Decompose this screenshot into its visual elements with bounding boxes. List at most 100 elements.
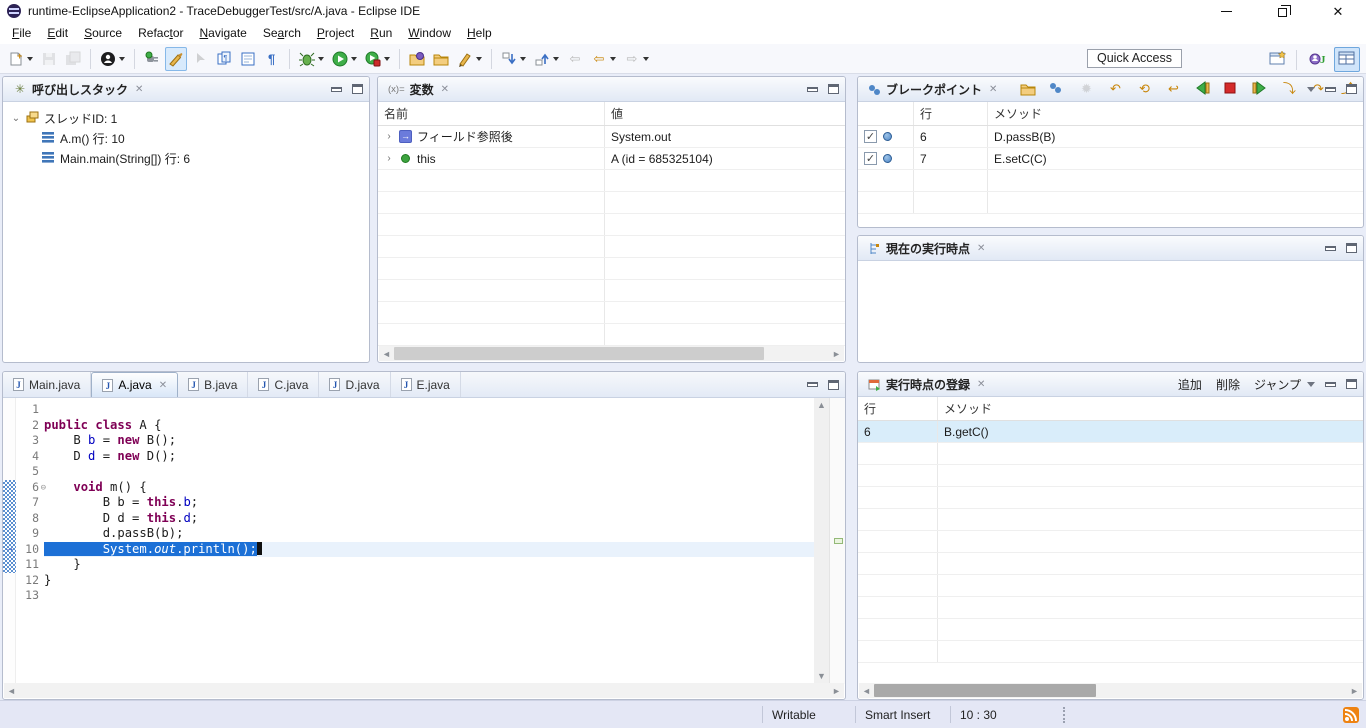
breakpoint-row[interactable]: ✓7E.setC(C)	[858, 148, 1363, 170]
dropdown-arrow-icon[interactable]	[384, 57, 390, 61]
open-trace-icon[interactable]	[1018, 79, 1038, 99]
occurrence-marker[interactable]	[834, 538, 843, 544]
variables-hscrollbar[interactable]: ◄ ►	[379, 346, 844, 361]
minimize-view-button[interactable]	[1325, 382, 1336, 387]
debug-point-icon[interactable]: ✹	[1076, 79, 1096, 99]
forward-resume-icon[interactable]	[1250, 79, 1270, 99]
code-line[interactable]	[44, 402, 814, 418]
editor-vscrollbar[interactable]: ▲ ▼	[814, 398, 829, 684]
code-line[interactable]	[44, 588, 814, 604]
menu-item-source[interactable]: Source	[76, 23, 130, 43]
scroll-left-icon[interactable]: ◄	[859, 683, 874, 698]
highlight-toggle-button[interactable]	[165, 47, 187, 71]
backward-resume-icon[interactable]	[1192, 79, 1212, 99]
scroll-left-icon[interactable]: ◄	[4, 683, 19, 698]
editor-tab-close-icon[interactable]: ✕	[159, 380, 167, 391]
open-resource-button[interactable]	[430, 47, 452, 71]
code-line[interactable]: void m() {	[44, 480, 814, 496]
registry-action-button[interactable]: ジャンプ	[1254, 376, 1301, 393]
breakpoint-row[interactable]: ✓6D.passB(B)	[858, 126, 1363, 148]
registry-action-button[interactable]: 追加	[1178, 376, 1202, 393]
mark-occurrences-button[interactable]	[189, 47, 211, 71]
rss-icon[interactable]	[1343, 707, 1359, 723]
menu-item-window[interactable]: Window	[400, 23, 459, 43]
console-button[interactable]	[237, 47, 259, 71]
column-header[interactable]: メソッド	[988, 102, 1363, 125]
dropdown-arrow-icon[interactable]	[351, 57, 357, 61]
code-line[interactable]	[44, 464, 814, 480]
code-line[interactable]: B b = new B();	[44, 433, 814, 449]
maximize-view-button[interactable]	[828, 84, 839, 94]
last-edit-button[interactable]: ⇦	[564, 47, 586, 71]
editor-hscrollbar[interactable]: ◄ ►	[4, 683, 844, 698]
registry-hscrollbar[interactable]: ◄ ►	[859, 683, 1362, 698]
restore-button[interactable]	[1254, 0, 1310, 22]
code-line[interactable]: public class A {	[44, 418, 814, 434]
open-type-button[interactable]	[406, 47, 428, 71]
column-header[interactable]	[858, 102, 914, 125]
breakpoint-checkbox[interactable]: ✓	[864, 130, 877, 143]
editor-tab-b-java[interactable]: JB.java	[178, 372, 248, 397]
step-back-over-icon[interactable]: ⟲	[1134, 79, 1154, 99]
breakpoint-checkbox[interactable]: ✓	[864, 152, 877, 165]
scroll-right-icon[interactable]: ►	[829, 346, 844, 361]
registry-tab[interactable]: 実行時点の登録 ✕	[862, 372, 991, 396]
column-header[interactable]: 行	[914, 102, 988, 125]
thread-node[interactable]: ⌄スレッドID: 1	[3, 108, 369, 128]
minimize-view-button[interactable]	[807, 382, 818, 387]
menu-item-project[interactable]: Project	[309, 23, 362, 43]
annotation-ruler[interactable]: →	[3, 398, 16, 684]
save-button[interactable]	[38, 47, 60, 71]
menu-item-help[interactable]: Help	[459, 23, 500, 43]
breakpoints-close-icon[interactable]: ✕	[989, 84, 997, 95]
expander-icon[interactable]: ⌄	[11, 113, 21, 124]
editor-tab-e-java[interactable]: JE.java	[391, 372, 461, 397]
scroll-down-icon[interactable]: ▼	[814, 669, 829, 684]
minimize-view-button[interactable]	[807, 87, 818, 92]
code-line[interactable]: }	[44, 557, 814, 573]
column-header[interactable]: メソッド	[938, 397, 1363, 420]
debug-perspective-button[interactable]	[1334, 47, 1360, 72]
statusbar-drag-handle[interactable]	[1063, 707, 1065, 723]
new-wizard-button[interactable]: +	[5, 47, 36, 71]
menu-item-search[interactable]: Search	[255, 23, 309, 43]
code-editor[interactable]: → 123456⊖78910111213 public class A { B …	[3, 398, 845, 684]
expander-icon[interactable]: ›	[384, 131, 394, 142]
dropdown-arrow-icon[interactable]	[643, 57, 649, 61]
dropdown-arrow-icon[interactable]	[119, 57, 125, 61]
code-line[interactable]: System.out.println();	[44, 542, 814, 558]
run-button[interactable]	[329, 47, 360, 71]
code-line[interactable]: D d = new D();	[44, 449, 814, 465]
java-perspective-button[interactable]: J	[1305, 47, 1331, 72]
scroll-right-icon[interactable]: ►	[829, 683, 844, 698]
prev-annotation-button[interactable]	[531, 47, 562, 71]
terminate-icon[interactable]	[1221, 79, 1241, 99]
breakpoints-tab[interactable]: ブレークポイント ✕	[862, 77, 1003, 101]
code-line[interactable]: d.passB(b);	[44, 526, 814, 542]
registry-action-button[interactable]: 削除	[1216, 376, 1240, 393]
code-line[interactable]: D d = this.d;	[44, 511, 814, 527]
editor-tab-a-java[interactable]: JA.java✕	[91, 372, 178, 397]
menu-item-refactor[interactable]: Refactor	[130, 23, 191, 43]
dropdown-arrow-icon[interactable]	[27, 57, 33, 61]
close-button[interactable]: ✕	[1310, 0, 1366, 22]
minimize-button[interactable]	[1198, 0, 1254, 22]
current-exec-close-icon[interactable]: ✕	[977, 243, 985, 254]
scroll-left-icon[interactable]: ◄	[379, 346, 394, 361]
open-perspective-button[interactable]	[1265, 47, 1291, 72]
maximize-view-button[interactable]	[1346, 84, 1357, 94]
scroll-right-icon[interactable]: ►	[1347, 683, 1362, 698]
call-stack-tab[interactable]: ✳ 呼び出しスタック ✕	[7, 77, 149, 101]
menu-item-run[interactable]: Run	[362, 23, 400, 43]
minimize-view-button[interactable]	[1325, 87, 1336, 92]
quick-access-box[interactable]: Quick Access	[1087, 49, 1182, 68]
show-whitespace-button[interactable]: ¶	[261, 47, 283, 71]
step-back-into-icon[interactable]: ↶	[1105, 79, 1125, 99]
scroll-up-icon[interactable]: ▲	[814, 398, 829, 413]
dropdown-arrow-icon[interactable]	[476, 57, 482, 61]
view-menu-icon[interactable]	[1307, 87, 1315, 92]
maximize-view-button[interactable]	[828, 380, 839, 390]
run-secure-button[interactable]	[362, 47, 393, 71]
column-header[interactable]: 名前	[378, 102, 605, 125]
editor-tab-c-java[interactable]: JC.java	[248, 372, 319, 397]
